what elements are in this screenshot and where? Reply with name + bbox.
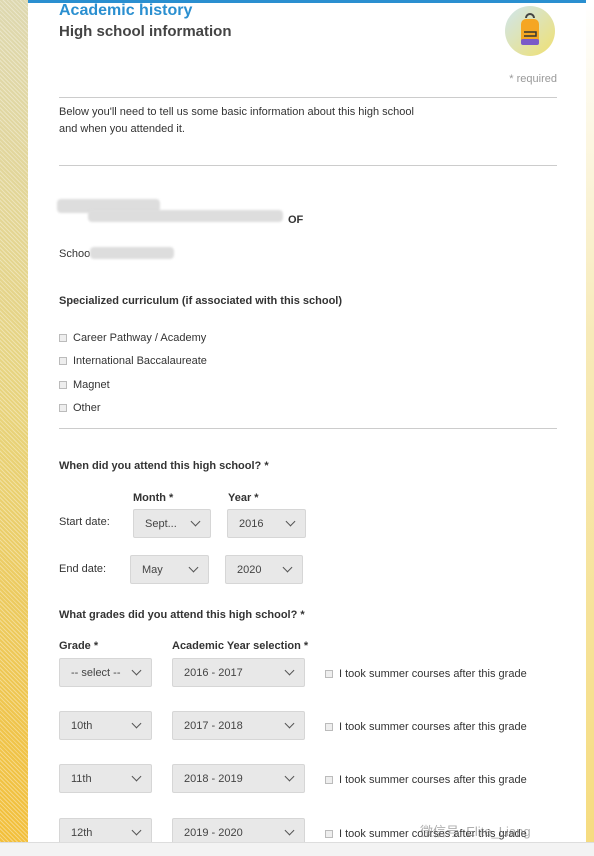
curriculum-option[interactable]: Magnet: [59, 379, 110, 391]
start-year-select[interactable]: 2016: [227, 509, 306, 538]
chevron-down-icon: [131, 825, 142, 836]
grades-question: What grades did you attend this high sch…: [59, 609, 305, 621]
option-label: Other: [73, 402, 101, 414]
curriculum-option[interactable]: International Baccalaureate: [59, 355, 207, 367]
select-value: Sept...: [145, 517, 177, 530]
bottom-bar: [0, 842, 594, 856]
academic-year-select[interactable]: 2016 - 2017: [172, 658, 305, 687]
checkbox[interactable]: [59, 381, 67, 390]
summer-courses-checkbox[interactable]: I took summer courses after this grade: [325, 668, 527, 680]
checkbox[interactable]: [325, 830, 333, 839]
summer-label: I took summer courses after this grade: [339, 668, 527, 680]
divider: [59, 97, 557, 98]
checkbox[interactable]: [59, 357, 67, 366]
school-label: Schoo: [59, 248, 91, 260]
select-value: 11th: [71, 772, 92, 785]
grade-select[interactable]: 11th: [59, 764, 152, 793]
checkbox[interactable]: [59, 404, 67, 413]
academic-year-select[interactable]: 2017 - 2018: [172, 711, 305, 740]
blurred-address: [88, 210, 283, 222]
watermark: 微信号: Elite_Liang: [420, 824, 531, 839]
checkbox[interactable]: [325, 723, 333, 732]
curriculum-label: Specialized curriculum (if associated wi…: [59, 295, 343, 307]
chevron-down-icon: [282, 562, 293, 573]
select-value: 10th: [71, 719, 93, 732]
summer-courses-checkbox[interactable]: I took summer courses after this grade: [325, 721, 527, 733]
summer-label: I took summer courses after this grade: [339, 774, 527, 786]
end-date-label: End date:: [59, 563, 107, 575]
chevron-down-icon: [131, 718, 142, 729]
select-value: 2017 - 2018: [184, 719, 243, 732]
chevron-down-icon: [285, 516, 296, 527]
page-title: High school information: [59, 23, 232, 40]
intro-text: Below you'll need to tell us some basic …: [59, 104, 414, 138]
intro-line: and when you attended it.: [59, 123, 185, 135]
right-decorative-bar: [586, 0, 594, 842]
select-value: 2018 - 2019: [184, 772, 243, 785]
required-note: * required: [509, 73, 557, 85]
chevron-down-icon: [284, 825, 295, 836]
option-label: Career Pathway / Academy: [73, 332, 207, 344]
section-title: Academic history: [59, 2, 193, 19]
chevron-down-icon: [131, 771, 142, 782]
select-value: 2016: [239, 517, 264, 530]
select-value: 12th: [71, 826, 93, 839]
select-value: -- select --: [71, 666, 121, 679]
chevron-down-icon: [284, 665, 295, 676]
option-label: Magnet: [73, 379, 110, 391]
option-label: International Baccalaureate: [73, 355, 207, 367]
chevron-down-icon: [284, 718, 295, 729]
start-month-select[interactable]: Sept...: [133, 509, 211, 538]
divider: [59, 165, 557, 166]
curriculum-option[interactable]: Career Pathway / Academy: [59, 332, 206, 344]
checkbox[interactable]: [59, 334, 67, 343]
attendance-question: When did you attend this high school? *: [59, 460, 269, 472]
divider: [59, 428, 557, 429]
backpack-icon: [505, 6, 555, 56]
end-year-select[interactable]: 2020: [225, 555, 303, 584]
grade-label: Grade *: [59, 640, 99, 652]
chevron-down-icon: [131, 665, 142, 676]
academic-year-select[interactable]: 2018 - 2019: [172, 764, 305, 793]
address-suffix: OF: [288, 214, 304, 226]
summer-courses-checkbox[interactable]: I took summer courses after this grade: [325, 774, 527, 786]
start-date-label: Start date:: [59, 516, 110, 528]
grade-select[interactable]: -- select --: [59, 658, 152, 687]
checkbox[interactable]: [325, 776, 333, 785]
month-label: Month *: [133, 492, 174, 504]
summer-label: I took summer courses after this grade: [339, 721, 527, 733]
curriculum-option[interactable]: Other: [59, 402, 101, 414]
intro-line: Below you'll need to tell us some basic …: [59, 106, 414, 118]
chevron-down-icon: [190, 516, 201, 527]
select-value: 2016 - 2017: [184, 666, 243, 679]
end-month-select[interactable]: May: [130, 555, 209, 584]
year-label: Year *: [228, 492, 259, 504]
academic-year-label: Academic Year selection *: [172, 640, 309, 652]
chevron-down-icon: [188, 562, 199, 573]
select-value: 2019 - 2020: [184, 826, 243, 839]
blurred-school-code: [90, 247, 174, 259]
select-value: 2020: [237, 563, 262, 576]
left-decorative-bar: [0, 0, 28, 842]
chevron-down-icon: [284, 771, 295, 782]
grade-select[interactable]: 10th: [59, 711, 152, 740]
select-value: May: [142, 563, 163, 576]
checkbox[interactable]: [325, 670, 333, 679]
